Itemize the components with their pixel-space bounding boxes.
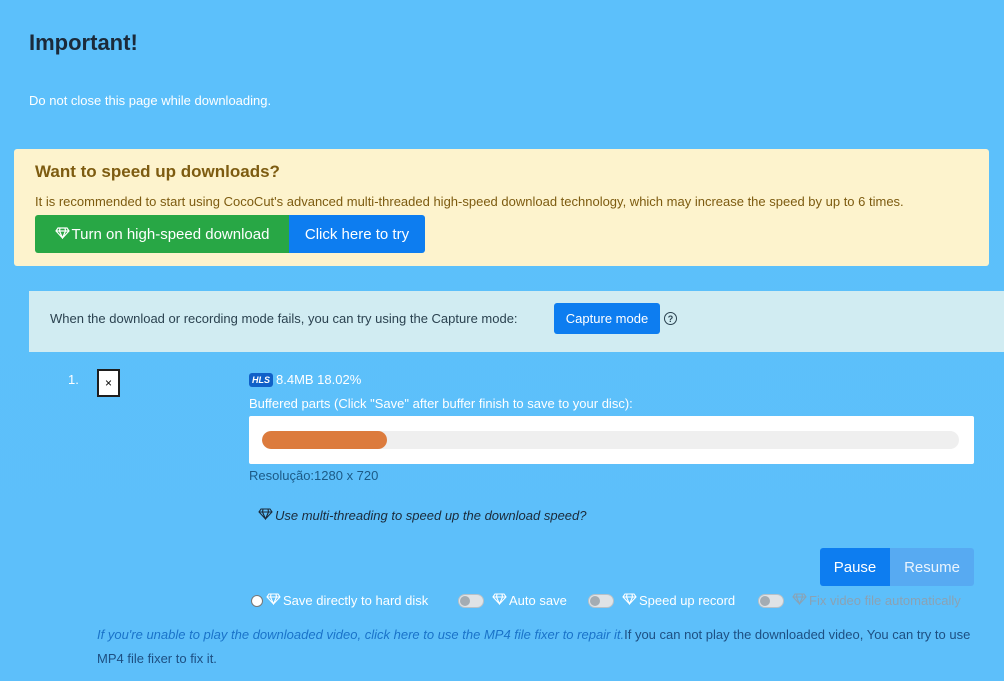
gem-icon xyxy=(266,593,281,608)
gem-icon xyxy=(54,226,70,242)
save-to-disk-label: Save directly to hard disk xyxy=(283,593,429,608)
download-size-info: 8.4MB 18.02% xyxy=(276,372,362,387)
hls-badge: HLS xyxy=(249,373,273,387)
promo-title: Want to speed up downloads? xyxy=(35,162,280,181)
help-icon[interactable]: ? xyxy=(664,312,677,325)
gem-icon xyxy=(792,593,807,608)
auto-save-option[interactable]: Auto save xyxy=(458,593,567,608)
pause-label: Pause xyxy=(833,558,877,576)
resolution-info: Resolução:1280 x 720 xyxy=(249,468,379,483)
auto-save-toggle[interactable] xyxy=(458,593,484,608)
click-to-try-label: Click here to try xyxy=(304,225,410,243)
progress-track xyxy=(262,431,959,449)
resume-label: Resume xyxy=(904,558,960,576)
save-to-disk-radio[interactable] xyxy=(251,594,263,607)
click-to-try-button[interactable]: Click here to try xyxy=(289,215,425,253)
turn-on-high-speed-button[interactable]: Turn on high-speed download xyxy=(35,215,289,253)
gem-icon xyxy=(622,593,637,608)
speed-up-record-option[interactable]: Speed up record xyxy=(588,593,735,608)
capture-mode-label: Capture mode xyxy=(565,311,649,326)
item-index: 1. xyxy=(68,372,79,387)
capture-mode-button[interactable]: Capture mode xyxy=(554,303,660,334)
gem-icon xyxy=(258,508,273,523)
gem-icon xyxy=(492,593,507,608)
turn-on-high-speed-label: Turn on high-speed download xyxy=(71,225,270,243)
fix-video-option[interactable]: Fix video file automatically xyxy=(758,593,961,608)
page-subtitle: Do not close this page while downloading… xyxy=(29,93,272,108)
mp4-fixer-link[interactable]: If you're unable to play the downloaded … xyxy=(97,627,624,642)
options-row: Save directly to hard disk Auto save Spe… xyxy=(0,593,1004,613)
promo-text: It is recommended to start using CocoCut… xyxy=(35,194,904,209)
speed-up-record-toggle[interactable] xyxy=(588,593,614,608)
fix-video-toggle[interactable] xyxy=(758,593,784,608)
capture-mode-text: When the download or recording mode fail… xyxy=(50,311,518,326)
save-to-disk-option[interactable]: Save directly to hard disk xyxy=(251,593,428,608)
fix-video-label: Fix video file automatically xyxy=(809,593,961,608)
progress-fill xyxy=(262,431,388,449)
auto-save-label: Auto save xyxy=(509,593,567,608)
multithread-hint-label: Use multi-threading to speed up the down… xyxy=(275,508,587,523)
resume-button[interactable]: Resume xyxy=(890,548,974,586)
close-icon[interactable]: × xyxy=(97,369,120,397)
pause-button[interactable]: Pause xyxy=(820,548,890,586)
page-title: Important! xyxy=(29,30,138,55)
capture-mode-panel: When the download or recording mode fail… xyxy=(29,291,1004,352)
speedup-promo-panel: Want to speed up downloads? It is recomm… xyxy=(14,149,989,266)
multithread-hint[interactable]: Use multi-threading to speed up the down… xyxy=(258,508,587,523)
speed-up-record-label: Speed up record xyxy=(639,593,736,608)
footer-help-text: If you're unable to play the downloaded … xyxy=(97,623,982,671)
progress-card xyxy=(249,416,974,464)
buffer-label: Buffered parts (Click "Save" after buffe… xyxy=(249,396,633,411)
